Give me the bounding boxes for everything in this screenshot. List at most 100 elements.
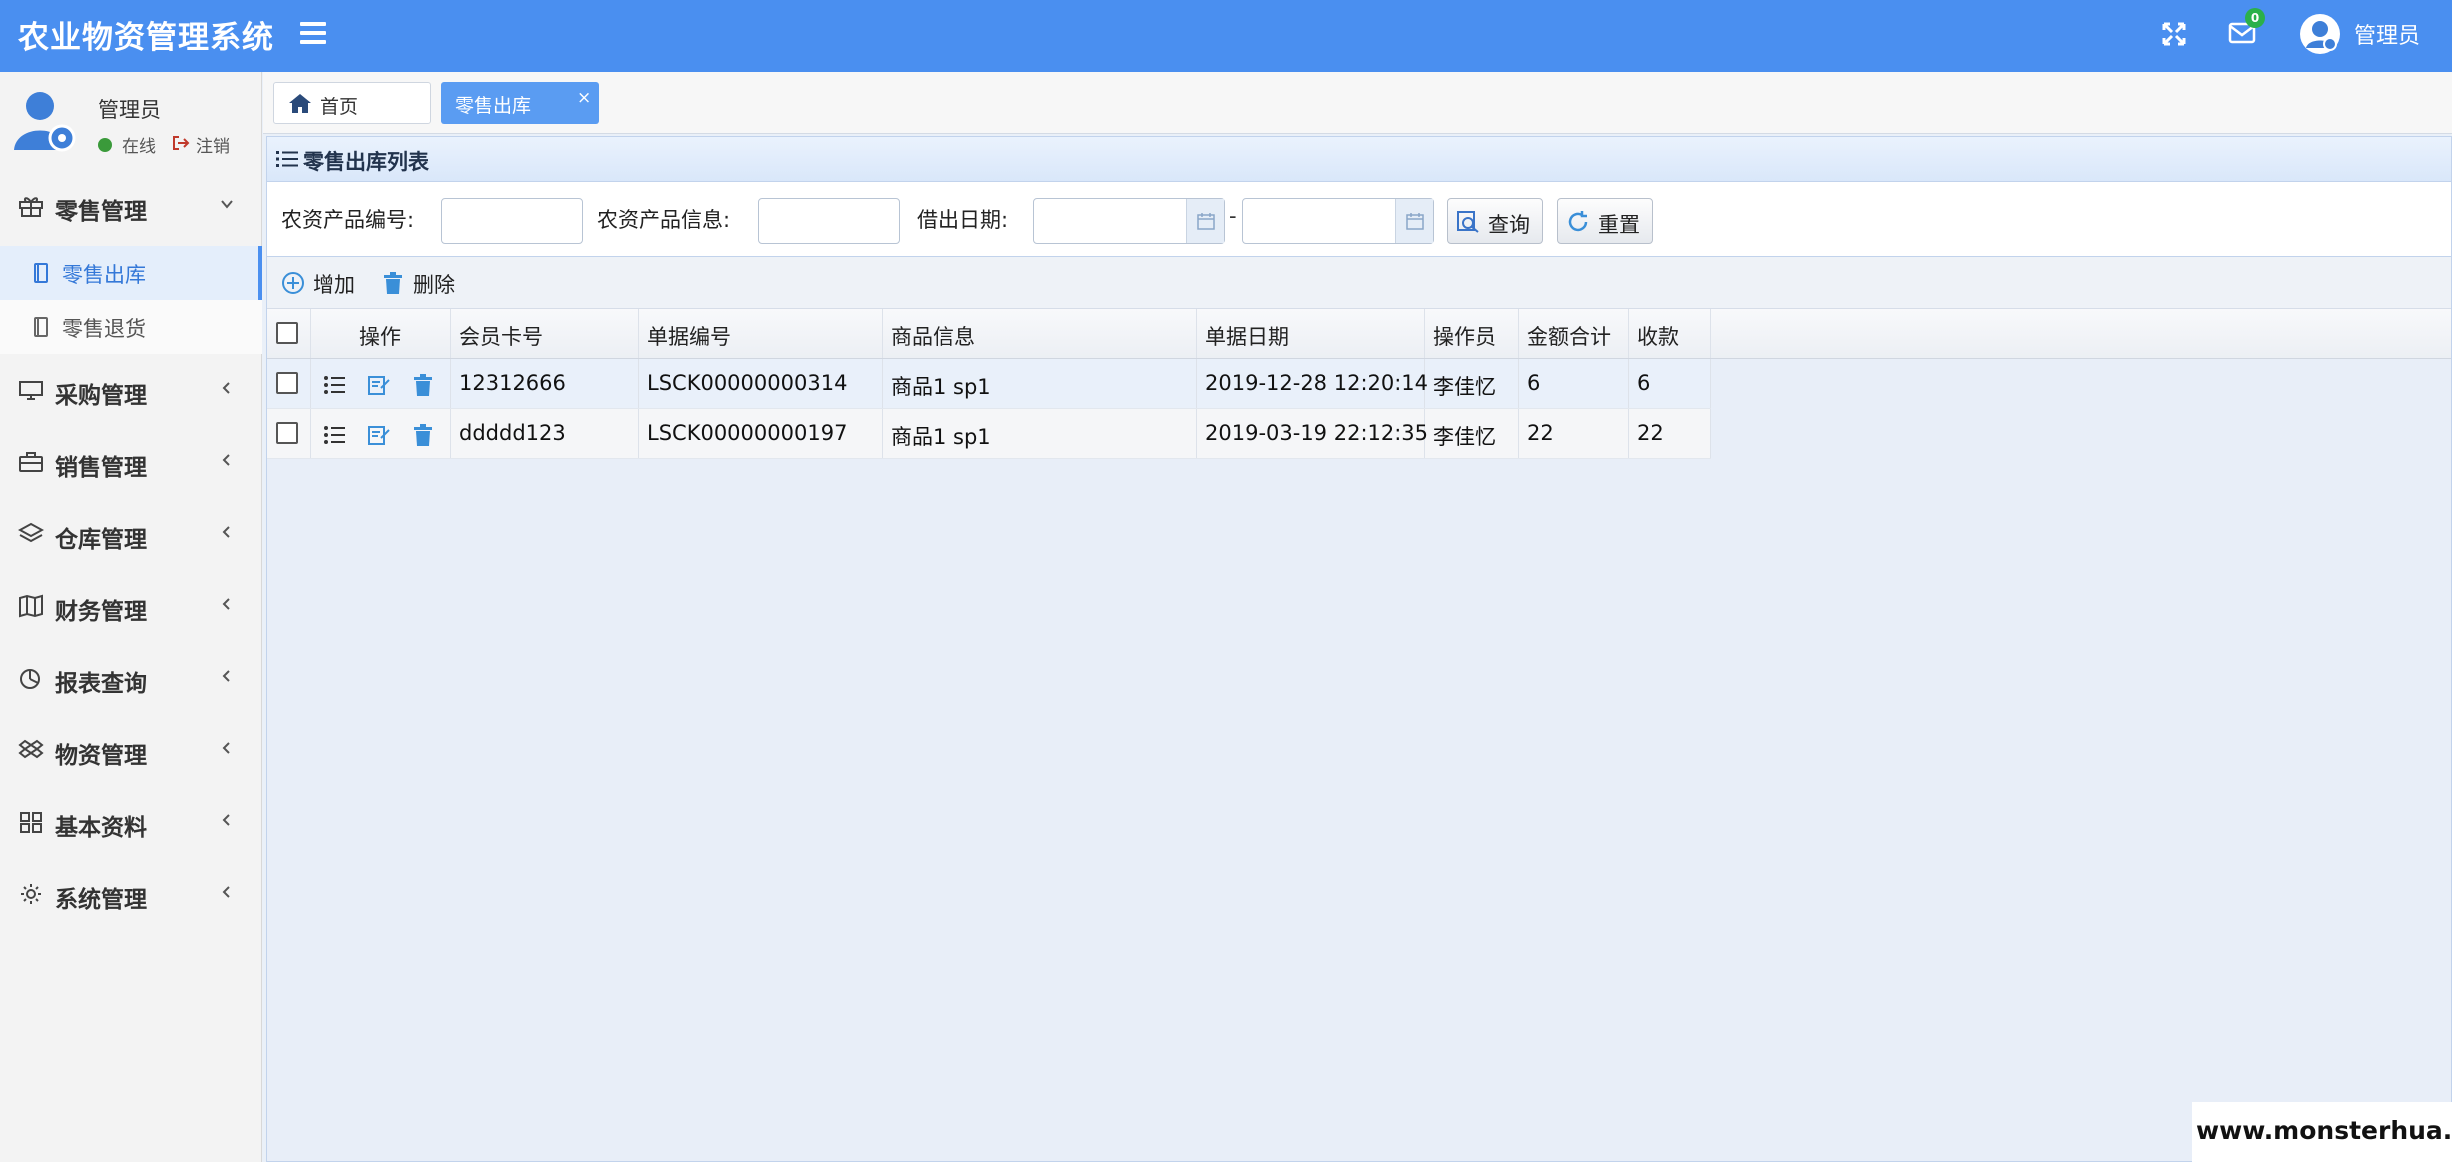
query-button[interactable]: 查询 (1447, 198, 1543, 244)
product-code-input[interactable] (441, 198, 583, 244)
watermark-text: www.monsterhua.com (2196, 1116, 2452, 1145)
sidebar-group-label: 物资管理 (55, 743, 147, 769)
cell-total: 6 (1519, 359, 1629, 408)
delete-button-label: 删除 (413, 273, 455, 297)
sidebar: 管理员 在线 注销 零售管理 零售出库 零售退货 采购管理 销售管理 仓库管理 … (0, 72, 262, 1162)
sidebar-group-system[interactable]: 系统管理 (0, 866, 262, 922)
date-to-input[interactable] (1242, 198, 1434, 244)
tab-bar: 首页 零售出库 × (263, 72, 2452, 134)
add-button[interactable]: 增加 (281, 269, 369, 299)
column-header[interactable]: 单据编号 (639, 309, 883, 358)
chevron-left-icon (218, 738, 236, 762)
layers-icon (17, 522, 45, 546)
sidebar-group-warehouse[interactable]: 仓库管理 (0, 506, 262, 562)
app-title: 农业物资管理系统 (18, 20, 274, 56)
sidebar-group-purchase[interactable]: 采购管理 (0, 362, 262, 418)
calendar-icon[interactable] (1186, 199, 1224, 243)
add-circle-icon (281, 271, 305, 295)
column-header[interactable]: 操作员 (1425, 309, 1519, 358)
row-checkbox[interactable] (276, 422, 298, 444)
sidebar-group-label: 系统管理 (55, 887, 147, 913)
sidebar-group-label: 采购管理 (55, 383, 147, 409)
sidebar-item-retail-out[interactable]: 零售出库 (0, 246, 262, 300)
fullscreen-icon[interactable] (2160, 20, 2188, 48)
reset-button-label: 重置 (1598, 213, 1640, 237)
sidebar-item-retail-return[interactable]: 零售退货 (0, 300, 262, 354)
row-actions (311, 409, 451, 458)
column-header[interactable]: 单据日期 (1197, 309, 1425, 358)
sidebar-group-label: 基本资料 (55, 815, 147, 841)
select-all-checkbox[interactable] (276, 322, 298, 344)
sidebar-group-label: 财务管理 (55, 599, 147, 625)
cell-member-card: 12312666 (451, 359, 639, 408)
document-icon (32, 316, 50, 338)
menu-toggle-icon[interactable] (300, 22, 326, 46)
table-header: 操作 会员卡号 单据编号 商品信息 单据日期 操作员 金额合计 收款 (267, 309, 2451, 359)
calendar-icon[interactable] (1395, 199, 1433, 243)
sidebar-group-reports[interactable]: 报表查询 (0, 650, 262, 706)
map-icon (18, 594, 44, 618)
table-row[interactable]: ddddd123 LSCK00000000197 商品1 sp1 2019-03… (267, 409, 1711, 459)
cell-date: 2019-12-28 12:20:14 (1197, 359, 1428, 408)
sidebar-group-basic-data[interactable]: 基本资料 (0, 794, 262, 850)
chevron-left-icon (218, 594, 236, 618)
trash-icon[interactable] (411, 423, 435, 447)
row-actions (311, 359, 451, 408)
search-icon (1456, 210, 1480, 234)
detail-list-icon[interactable] (323, 373, 347, 397)
sidebar-group-sales[interactable]: 销售管理 (0, 434, 262, 490)
user-avatar-icon[interactable] (2298, 12, 2342, 56)
cell-received: 6 (1629, 359, 1711, 408)
date-label: 借出日期: (917, 208, 1009, 232)
chevron-left-icon (218, 882, 236, 906)
panel-title: 零售出库列表 (303, 150, 429, 174)
cell-date: 2019-03-19 22:12:35 (1197, 409, 1428, 458)
sidebar-group-label: 仓库管理 (55, 527, 147, 553)
query-button-label: 查询 (1488, 213, 1530, 237)
cell-doc-no: LSCK00000000197 (639, 409, 883, 458)
detail-list-icon[interactable] (323, 423, 347, 447)
column-header[interactable]: 收款 (1629, 309, 1711, 358)
reset-button[interactable]: 重置 (1557, 198, 1653, 244)
header-checkbox-cell (267, 309, 311, 358)
column-header[interactable]: 操作 (311, 309, 451, 358)
trash-icon[interactable] (411, 373, 435, 397)
sidebar-group-label: 销售管理 (55, 455, 147, 481)
product-info-input[interactable] (758, 198, 900, 244)
grid-icon (18, 810, 44, 834)
chevron-left-icon (218, 810, 236, 834)
mail-count-badge: 0 (2245, 8, 2265, 28)
chevron-left-icon (218, 450, 236, 474)
edit-icon[interactable] (367, 423, 391, 447)
column-header[interactable]: 商品信息 (883, 309, 1197, 358)
date-from-input[interactable] (1033, 198, 1225, 244)
add-button-label: 增加 (313, 273, 355, 297)
sidebar-user-name: 管理员 (98, 98, 161, 122)
table-row[interactable]: 12312666 LSCK00000000314 商品1 sp1 2019-12… (267, 359, 1711, 409)
briefcase-icon (18, 450, 44, 474)
row-checkbox[interactable] (276, 372, 298, 394)
sidebar-group-retail[interactable]: 零售管理 (0, 178, 262, 234)
sidebar-group-finance[interactable]: 财务管理 (0, 578, 262, 634)
tab-retail-out[interactable]: 零售出库 × (441, 82, 599, 124)
delete-button[interactable]: 删除 (381, 269, 469, 299)
top-user-name[interactable]: 管理员 (2354, 18, 2420, 50)
close-icon[interactable]: × (577, 88, 591, 108)
edit-icon[interactable] (367, 373, 391, 397)
sidebar-group-label: 报表查询 (55, 671, 147, 697)
column-header[interactable]: 金额合计 (1519, 309, 1629, 358)
tab-label: 零售出库 (455, 95, 532, 117)
home-icon (288, 92, 312, 114)
product-code-label: 农资产品编号: (281, 208, 415, 232)
sidebar-group-label: 零售管理 (55, 199, 147, 225)
tab-home[interactable]: 首页 (273, 82, 431, 124)
data-grid: 增加 删除 操作 会员卡号 单据编号 商品信息 单据日期 操作员 金额合计 收款 (266, 256, 2452, 1162)
sidebar-group-materials[interactable]: 物资管理 (0, 722, 262, 778)
logout-icon[interactable] (172, 135, 190, 151)
user-avatar-icon (12, 86, 78, 158)
top-navbar: 农业物资管理系统 0 管理员 (0, 0, 2452, 72)
list-icon (275, 149, 299, 169)
logout-link[interactable]: 注销 (196, 132, 230, 157)
column-header[interactable]: 会员卡号 (451, 309, 639, 358)
chevron-left-icon (218, 378, 236, 402)
